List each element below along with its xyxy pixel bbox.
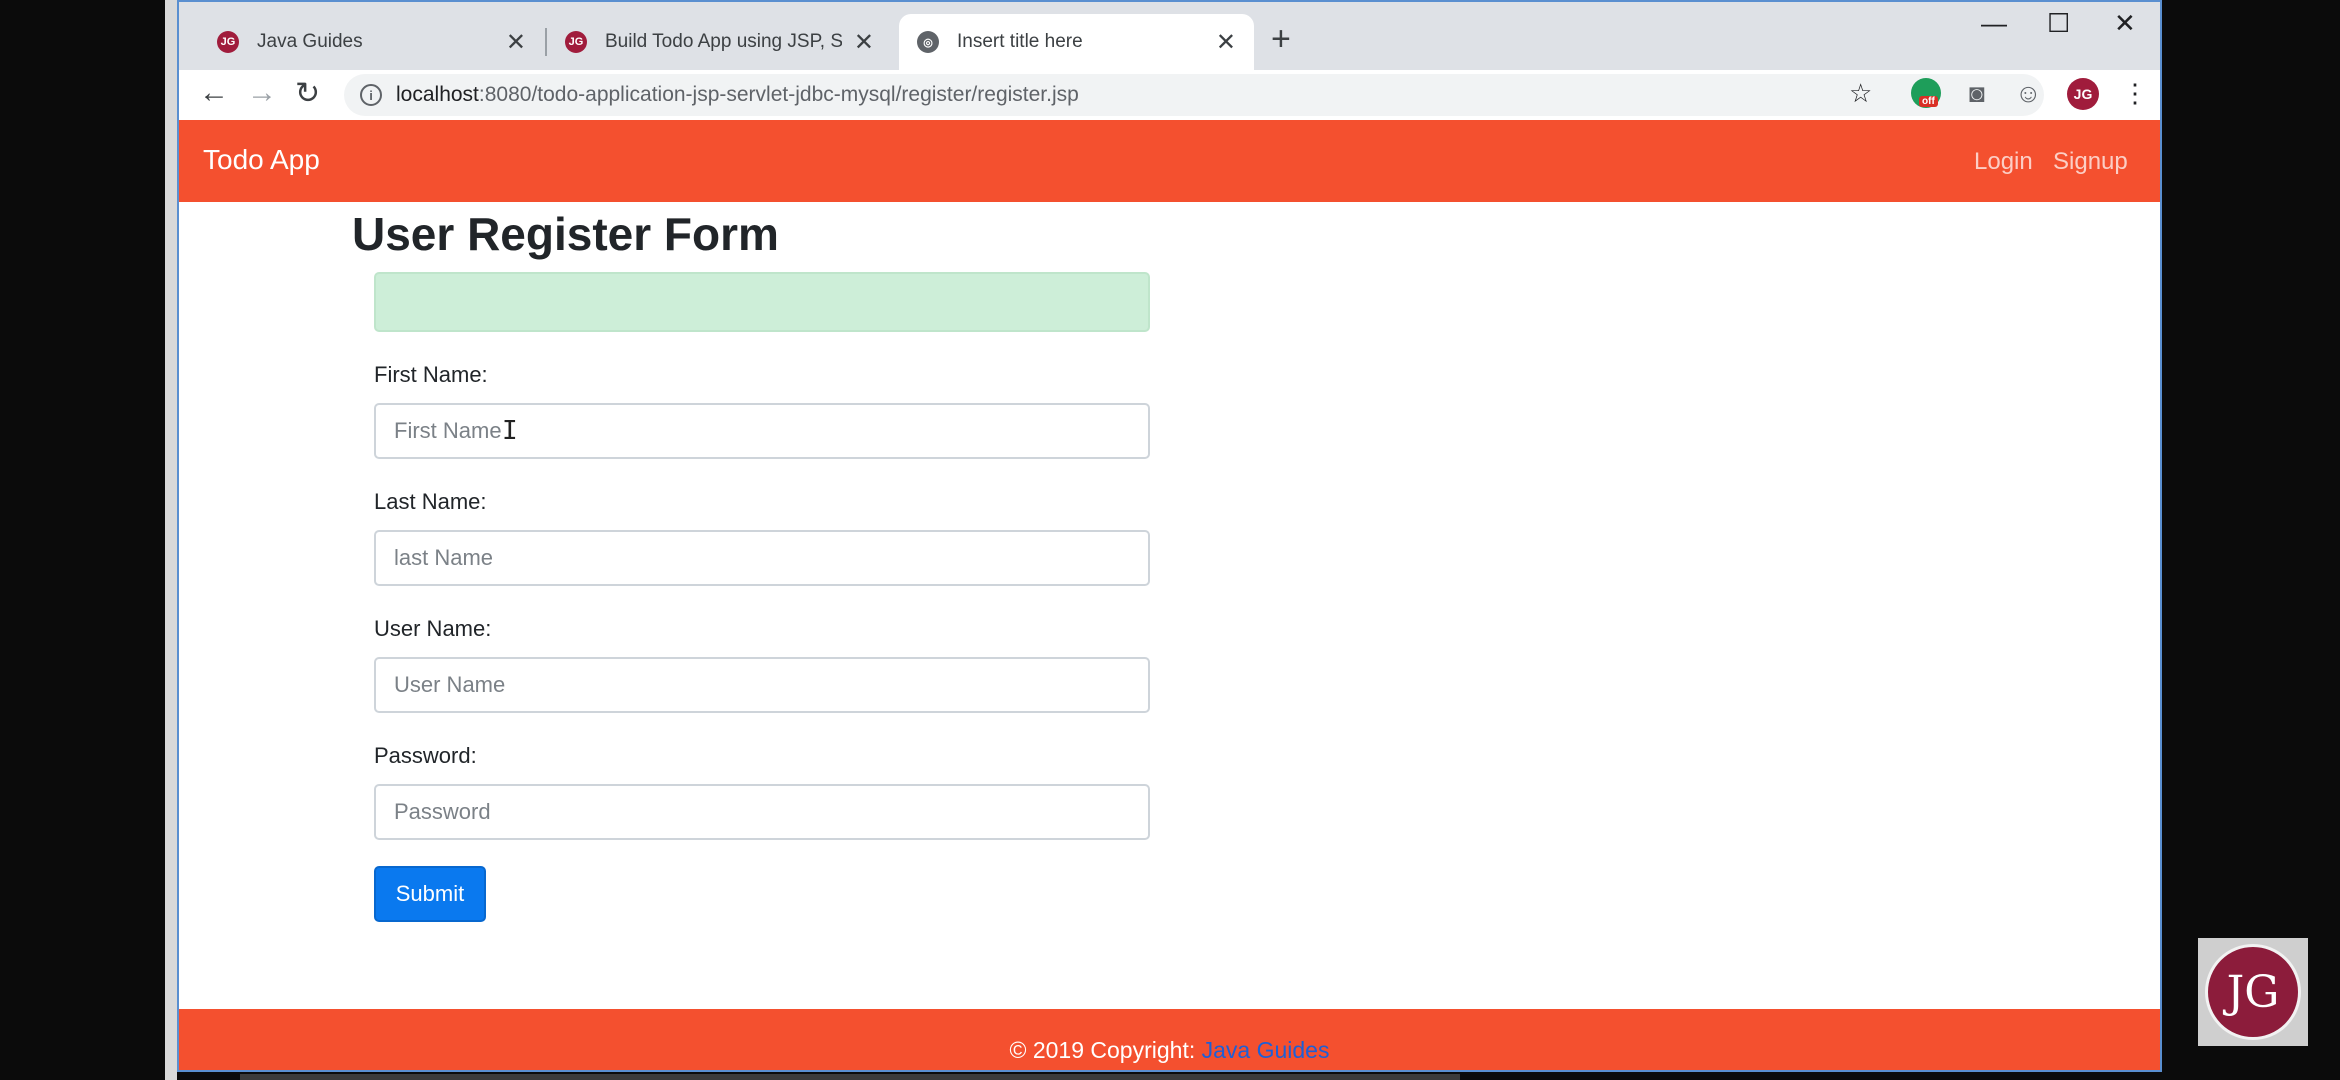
jg-logo-icon: JG bbox=[2205, 944, 2301, 1040]
url-path: :8080/todo-application-jsp-servlet-jdbc-… bbox=[478, 83, 1079, 106]
text-cursor-icon: I bbox=[502, 416, 518, 446]
forward-arrow-icon[interactable]: → bbox=[247, 76, 277, 110]
tab-label: Insert title here bbox=[957, 31, 1083, 52]
first-name-label: First Name: bbox=[374, 362, 488, 387]
new-tab-button[interactable]: + bbox=[1271, 20, 1291, 59]
logo-text: JG bbox=[2226, 966, 2280, 1018]
grammarly-extension-icon[interactable]: off bbox=[1911, 78, 1941, 108]
footer-java-guides-link[interactable]: Java Guides bbox=[1202, 1037, 1330, 1063]
password-label: Password: bbox=[374, 743, 477, 768]
password-input[interactable] bbox=[374, 784, 1150, 840]
tab-label: Java Guides bbox=[257, 31, 363, 52]
alert-success-box bbox=[374, 272, 1150, 332]
app-navbar: Todo App Login Signup bbox=[179, 120, 2160, 202]
java-guides-favicon-icon: JG bbox=[217, 31, 239, 53]
window-close-button[interactable]: ✕ bbox=[2114, 8, 2136, 39]
last-name-input[interactable] bbox=[374, 530, 1150, 586]
close-icon[interactable]: ✕ bbox=[854, 28, 874, 57]
footer-copyright: © 2019 Copyright: Java Guides bbox=[1010, 1037, 1330, 1064]
reload-icon[interactable]: ↻ bbox=[295, 76, 320, 111]
page-title: User Register Form bbox=[352, 208, 779, 260]
tab-strip: JG Java Guides ✕ JG Build Todo App using… bbox=[179, 2, 2160, 70]
browser-toolbar: ← → ↻ i localhost:8080/todo-application-… bbox=[179, 70, 2160, 120]
menu-kebab-icon[interactable]: ⋮ bbox=[2122, 78, 2148, 109]
browser-window: JG Java Guides ✕ JG Build Todo App using… bbox=[177, 0, 2162, 1072]
bookmark-star-icon[interactable]: ☆ bbox=[1849, 78, 1872, 109]
info-icon[interactable]: i bbox=[360, 84, 382, 106]
tab-label: Build Todo App using JSP, Servlet bbox=[605, 31, 842, 52]
nav-signup-link[interactable]: Signup bbox=[2053, 148, 2128, 176]
address-bar[interactable]: i localhost:8080/todo-application-jsp-se… bbox=[344, 74, 2044, 116]
video-progress-strip bbox=[240, 1074, 1460, 1080]
maximize-button[interactable]: ☐ bbox=[2047, 8, 2070, 39]
globe-icon: ◎ bbox=[917, 31, 939, 53]
page-footer: © 2019 Copyright: Java Guides bbox=[179, 1009, 2160, 1070]
video-frame: JG Java Guides ✕ JG Build Todo App using… bbox=[0, 0, 2340, 1080]
camera-extension-icon[interactable]: ◙ bbox=[1969, 78, 1985, 109]
background-window-edge bbox=[165, 0, 177, 1080]
extension-badge: off bbox=[1919, 96, 1938, 107]
username-input[interactable] bbox=[374, 657, 1150, 713]
java-guides-favicon-icon: JG bbox=[565, 31, 587, 53]
close-icon[interactable]: ✕ bbox=[1216, 28, 1236, 57]
profile-initials: JG bbox=[2073, 86, 2093, 102]
back-arrow-icon[interactable]: ← bbox=[199, 76, 229, 110]
last-name-label: Last Name: bbox=[374, 489, 487, 514]
tab-build-todo-app[interactable]: JG Build Todo App using JSP, Servlet ✕ bbox=[547, 14, 892, 70]
minimize-button[interactable]: — bbox=[1981, 8, 2007, 39]
footer-copyright-text: © 2019 Copyright: bbox=[1009, 1037, 1202, 1063]
smiley-extension-icon[interactable]: ☺ bbox=[2015, 78, 2042, 109]
url-host: localhost bbox=[396, 83, 479, 106]
close-icon[interactable]: ✕ bbox=[506, 28, 526, 57]
brand-link[interactable]: Todo App bbox=[203, 144, 320, 176]
submit-button[interactable]: Submit bbox=[374, 866, 486, 922]
profile-avatar[interactable]: JG bbox=[2067, 78, 2099, 110]
first-name-input[interactable] bbox=[374, 403, 1150, 459]
username-label: User Name: bbox=[374, 616, 492, 641]
tab-java-guides[interactable]: JG Java Guides ✕ bbox=[199, 14, 544, 70]
nav-login-link[interactable]: Login bbox=[1974, 148, 2033, 176]
java-guides-watermark-logo: JG bbox=[2198, 938, 2308, 1046]
tab-insert-title-here[interactable]: ◎ Insert title here ✕ bbox=[899, 14, 1254, 70]
